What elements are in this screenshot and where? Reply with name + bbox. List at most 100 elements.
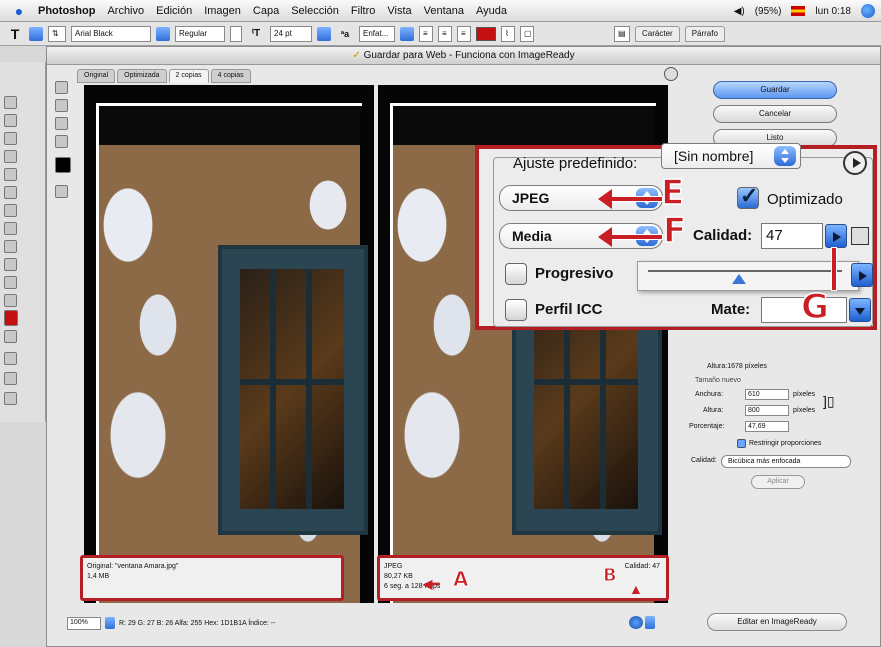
flag-icon[interactable] xyxy=(791,6,806,16)
original-pane[interactable] xyxy=(84,85,374,603)
align-right-button[interactable]: ≡ xyxy=(457,25,471,42)
preview-menu-icon[interactable] xyxy=(664,67,678,81)
save-button[interactable]: Guardar xyxy=(713,81,837,99)
progressive-checkbox[interactable] xyxy=(505,263,527,285)
menu-imagen[interactable]: Imagen xyxy=(204,5,241,17)
text-color-swatch[interactable] xyxy=(476,26,496,41)
zoom-tool-icon[interactable] xyxy=(4,330,17,343)
clock[interactable]: lun 0:18 xyxy=(815,6,851,17)
preset-select[interactable]: [Sin nombre] xyxy=(661,143,801,169)
preset-label: Ajuste predefinido: xyxy=(513,155,638,172)
dialog-hand-icon[interactable] xyxy=(55,81,68,94)
menu-ventana[interactable]: Ventana xyxy=(424,5,464,17)
dialog-zoom-icon[interactable] xyxy=(55,117,68,130)
font-family-field[interactable]: Arial Black xyxy=(71,25,151,42)
menu-vista[interactable]: Vista xyxy=(387,5,411,17)
quality-mask-icon[interactable] xyxy=(851,227,869,245)
font-size-field[interactable]: 24 pt xyxy=(270,25,312,42)
zoom-field[interactable]: 100% xyxy=(67,616,101,630)
imageready-icon[interactable] xyxy=(4,392,17,405)
edit-in-imageready-button[interactable]: Editar en ImageReady xyxy=(707,613,847,631)
callout-g: G xyxy=(800,286,829,328)
tab-original[interactable]: Original xyxy=(77,69,116,83)
width-field[interactable]: 610 xyxy=(745,389,789,400)
imageready-title-icon: ✓ xyxy=(352,50,361,61)
marquee-tool-icon[interactable] xyxy=(4,96,17,109)
align-left-button[interactable]: ≡ xyxy=(419,25,433,42)
dialog-slice-visibility-icon[interactable] xyxy=(55,185,68,198)
palette-well-icon[interactable]: ▤ xyxy=(614,25,630,42)
preset-stepper[interactable] xyxy=(774,146,796,166)
menu-filtro[interactable]: Filtro xyxy=(351,5,375,17)
type-tool-icon[interactable] xyxy=(4,276,17,289)
antialias-field[interactable]: Enfat... xyxy=(359,25,395,42)
foreground-color[interactable] xyxy=(4,310,18,326)
link-icon: ]▯ xyxy=(823,393,835,409)
heal-tool-icon[interactable] xyxy=(4,150,17,163)
quality-slider-thumb[interactable] xyxy=(732,274,747,284)
blur-slider-button[interactable] xyxy=(851,263,873,287)
percent-field[interactable]: 47,69 xyxy=(745,421,789,432)
browser-preview-icon[interactable] xyxy=(629,616,643,629)
menu-capa[interactable]: Capa xyxy=(253,5,279,17)
quality-field[interactable]: 47 xyxy=(761,223,823,249)
stamp-tool-icon[interactable] xyxy=(4,186,17,199)
eraser-tool-icon[interactable] xyxy=(4,204,17,217)
quickmask-icon[interactable] xyxy=(4,352,17,365)
align-center-button[interactable]: ≡ xyxy=(438,25,452,42)
dialog-slice-icon[interactable] xyxy=(55,99,68,112)
menu-edicion[interactable]: Edición xyxy=(156,5,192,17)
brush-tool-icon[interactable] xyxy=(4,168,17,181)
lasso-tool-icon[interactable] xyxy=(4,114,17,127)
crop-tool-icon[interactable] xyxy=(4,132,17,145)
icc-checkbox[interactable] xyxy=(505,299,527,321)
apple-icon[interactable]: ● xyxy=(8,3,30,19)
menu-seleccion[interactable]: Selección xyxy=(291,5,339,17)
spotlight-icon[interactable] xyxy=(861,4,875,18)
optimized-checkbox[interactable] xyxy=(737,183,759,209)
orientation-toggle[interactable]: ⇅ xyxy=(48,25,66,42)
shape-tool-icon[interactable] xyxy=(4,294,17,307)
dialog-eyedropper-icon[interactable] xyxy=(55,135,68,148)
arrow-e-icon xyxy=(598,189,663,209)
zoom-dropdown[interactable] xyxy=(105,617,115,629)
cancel-button[interactable]: Cancelar xyxy=(713,105,837,123)
height-field[interactable]: 800 xyxy=(745,405,789,416)
dodge-tool-icon[interactable] xyxy=(4,240,17,253)
gradient-tool-icon[interactable] xyxy=(4,222,17,235)
optimize-menu-icon[interactable] xyxy=(843,151,867,175)
tool-preset-button[interactable] xyxy=(29,26,43,41)
tab-parrafo[interactable]: Párrafo xyxy=(684,25,725,42)
font-size-dropdown[interactable] xyxy=(317,26,331,41)
tab-4-copias[interactable]: 4 copias xyxy=(210,69,251,83)
menu-archivo[interactable]: Archivo xyxy=(107,5,144,17)
resample-select[interactable]: Bicúbica más enfocada xyxy=(721,455,851,468)
menu-photoshop[interactable]: Photoshop xyxy=(38,5,95,17)
quality-slider-button[interactable] xyxy=(825,224,847,248)
dialog-eyedropper-color[interactable] xyxy=(55,157,71,173)
view-tabs: Original Optimizada 2 copias 4 copias xyxy=(77,69,251,83)
matte-dropdown[interactable] xyxy=(849,298,871,322)
tab-2-copias[interactable]: 2 copias xyxy=(168,69,209,83)
tab-optimizada[interactable]: Optimizada xyxy=(117,69,167,83)
tab-caracter[interactable]: Carácter xyxy=(635,25,680,42)
palette-icon[interactable]: ▢ xyxy=(520,25,534,42)
battery-status[interactable]: (95%) xyxy=(755,6,782,17)
font-style-field[interactable]: Regular xyxy=(175,25,225,42)
screen-mode-icon[interactable] xyxy=(4,372,17,385)
menu-extras: ◀) (95%) lun 0:18 xyxy=(734,0,875,22)
browser-dropdown[interactable] xyxy=(645,616,655,629)
image-size-panel: Altura:1678 píxeles Tamaño nuevo Anchura… xyxy=(685,363,861,513)
volume-icon[interactable]: ◀) xyxy=(734,6,745,17)
apply-button[interactable]: Aplicar xyxy=(751,475,805,489)
pen-tool-icon[interactable] xyxy=(4,258,17,271)
warp-text-button[interactable]: ⌇ xyxy=(501,25,515,42)
arrow-f-icon xyxy=(598,227,663,247)
settings-callout: Ajuste predefinido: [Sin nombre] JPEG E … xyxy=(475,143,877,330)
constrain-checkbox[interactable] xyxy=(737,439,746,448)
font-family-dropdown[interactable] xyxy=(156,26,170,41)
antialias-dropdown[interactable] xyxy=(400,26,414,41)
font-style-dropdown[interactable] xyxy=(230,25,242,42)
text-tool-icon[interactable]: T xyxy=(6,25,24,43)
menu-ayuda[interactable]: Ayuda xyxy=(476,5,507,17)
